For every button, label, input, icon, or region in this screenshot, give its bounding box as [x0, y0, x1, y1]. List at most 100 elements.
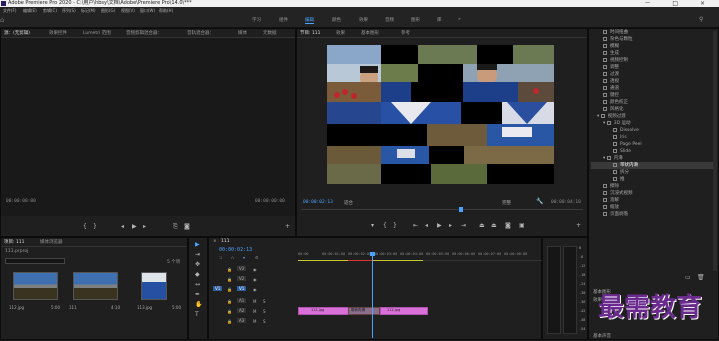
step-forward-icon[interactable]: ▸	[449, 223, 452, 229]
effects-item[interactable]: Iris	[591, 134, 627, 141]
tab-source[interactable]: 源：(无剪辑)	[4, 30, 30, 36]
effects-folder[interactable]: 溶解	[591, 197, 619, 204]
tab-audio-clip-mixer[interactable]: 音频剪辑混合器：	[126, 30, 162, 36]
mute-icon[interactable]: M	[253, 299, 256, 304]
search-icon[interactable]: ⚲	[699, 16, 703, 23]
playhead-handle[interactable]	[370, 252, 375, 256]
wrench-icon[interactable]: 🔧	[536, 198, 543, 205]
effects-folder[interactable]: 调整	[591, 64, 619, 71]
razor-tool-icon[interactable]: ◆	[195, 272, 200, 278]
tab-reference[interactable]: 参考	[401, 30, 410, 36]
effects-item[interactable]: 推	[591, 176, 625, 183]
selection-tool-icon[interactable]: ▶	[195, 242, 200, 248]
eye-icon[interactable]: ◉	[253, 277, 257, 282]
timeline-settings-icon[interactable]: ⚙	[255, 255, 259, 260]
lift-icon[interactable]: ⏏	[479, 223, 485, 229]
menu-window[interactable]: 窗口(W)	[140, 7, 155, 14]
project-thumb-111[interactable]	[73, 272, 118, 300]
tab-audio-track-mixer[interactable]: 音轨混合器：	[187, 30, 214, 36]
home-icon[interactable]: ⌂	[0, 16, 4, 24]
project-thumb-113[interactable]	[141, 272, 167, 300]
track-header-v3[interactable]: 🔒 V3 ◉	[213, 265, 297, 274]
menu-help[interactable]: 帮助(H)	[159, 7, 173, 14]
mark-out-icon[interactable]: }	[393, 223, 397, 229]
tab-project[interactable]: 项目: 111	[4, 239, 25, 245]
solo-icon[interactable]: S	[263, 319, 266, 324]
tab-lumetri-scopes[interactable]: Lumetri 范围	[83, 30, 111, 36]
track-header-v1[interactable]: V1 🔒 V1 ◉	[213, 285, 297, 294]
window-controls[interactable]: － □ ×	[644, 0, 715, 7]
mute-icon[interactable]: M	[253, 309, 256, 314]
mark-out-icon[interactable]: }	[93, 224, 97, 230]
effects-folder[interactable]: 杂色与颗粒	[591, 36, 633, 43]
snap-icon[interactable]: ⊃	[219, 255, 222, 260]
effects-folder[interactable]: 页面剥落	[591, 211, 628, 218]
menu-marker[interactable]: 标记(M)	[81, 7, 96, 14]
add-marker-icon[interactable]: ▾	[243, 255, 245, 260]
track-header-a3[interactable]: 🔒 A3 M S	[213, 317, 297, 326]
hand-tool-icon[interactable]: ✋	[195, 302, 202, 308]
delete-icon[interactable]: 🗑	[697, 275, 705, 281]
video-transitions-folder[interactable]: ▾ 视频过渡	[591, 113, 626, 120]
quality-dropdown[interactable]: 完整	[502, 200, 511, 206]
workspace-graphics[interactable]: 图形	[411, 17, 420, 23]
program-timecode-current[interactable]: 00:00:02:13	[303, 200, 333, 205]
menu-view[interactable]: 视图(V)	[121, 7, 135, 14]
effects-item-selected[interactable]: 带状内滑	[591, 162, 717, 169]
toggle-lock-icon[interactable]: 🔒	[227, 299, 232, 304]
step-forward-icon[interactable]: ▸	[143, 224, 146, 230]
effects-folder[interactable]: 缩放	[591, 204, 619, 211]
timeline-timecode[interactable]: 00:00:02:13	[219, 247, 252, 253]
effects-folder[interactable]: 生成	[591, 50, 619, 57]
solo-icon[interactable]: S	[263, 309, 266, 314]
transition-band-slide[interactable]: 带状内滑	[348, 307, 380, 315]
tab-media[interactable]: 媒体	[238, 30, 247, 36]
play-icon[interactable]: ▶	[437, 223, 442, 229]
workspace-assembly[interactable]: 组件	[279, 17, 288, 23]
menu-graphics[interactable]: 图形(G)	[101, 7, 115, 14]
play-icon[interactable]: ▶	[132, 224, 137, 230]
linked-selection-icon[interactable]: ∩	[231, 255, 234, 260]
timeline-tab[interactable]: 111	[221, 239, 230, 244]
effects-folder[interactable]: 键控	[591, 92, 619, 99]
effects-item[interactable]: 拆分	[591, 169, 629, 176]
extract-icon[interactable]: ⏏	[491, 223, 497, 229]
clip-112[interactable]: 112.jpg	[380, 307, 428, 315]
workspace-libraries[interactable]: 库	[437, 17, 442, 23]
toggle-lock-icon[interactable]: 🔒	[227, 309, 232, 314]
camera-icon[interactable]: ◙	[505, 223, 511, 229]
eye-icon[interactable]: ◉	[253, 287, 257, 292]
go-to-out-icon[interactable]: ⇥	[461, 223, 466, 229]
marker-icon[interactable]: ▾	[371, 223, 374, 229]
effects-folder[interactable]: 擦除	[591, 183, 619, 190]
tab-essential-graphics[interactable]: 基本图形	[361, 30, 379, 36]
effects-folder[interactable]: 模糊	[591, 43, 619, 50]
source-patch-v1[interactable]: V1	[213, 286, 223, 291]
timeline-close-icon[interactable]: ×	[213, 239, 217, 244]
mute-icon[interactable]: M	[253, 319, 256, 324]
workspace-overflow-icon[interactable]: »	[458, 17, 461, 22]
toggle-lock-icon[interactable]: 🔒	[227, 287, 232, 292]
effects-folder[interactable]: 颜色校正	[591, 99, 628, 106]
effects-folder[interactable]: 时间扭曲	[591, 29, 628, 36]
solo-icon[interactable]: S	[263, 299, 266, 304]
effects-scrollbar[interactable]	[713, 31, 717, 271]
project-search-input[interactable]	[5, 258, 65, 264]
fit-dropdown[interactable]: 适合	[344, 200, 353, 206]
tab-metadata[interactable]: 元数据	[263, 30, 277, 36]
effects-folder[interactable]: 沉浸式视频	[591, 190, 633, 197]
add-button-icon[interactable]: +	[285, 224, 290, 230]
effects-folder[interactable]: ▾ 内滑	[591, 155, 623, 162]
menu-edit[interactable]: 编辑(E)	[23, 7, 37, 14]
mark-in-icon[interactable]: {	[383, 223, 387, 229]
menu-sequence[interactable]: 序列(S)	[62, 7, 76, 14]
ripple-edit-icon[interactable]: ✥	[195, 262, 200, 268]
toggle-lock-icon[interactable]: 🔒	[227, 267, 232, 272]
track-header-a1[interactable]: 🔒 A1 M S	[213, 297, 297, 306]
track-header-v2[interactable]: 🔒 V2 ◉	[213, 275, 297, 284]
project-thumb-112[interactable]	[13, 272, 58, 300]
go-to-in-icon[interactable]: ⇤	[413, 223, 418, 229]
effects-item[interactable]: Slide	[591, 148, 631, 155]
effects-folder[interactable]: 风格化	[591, 106, 624, 113]
type-tool-icon[interactable]: T	[195, 312, 199, 318]
